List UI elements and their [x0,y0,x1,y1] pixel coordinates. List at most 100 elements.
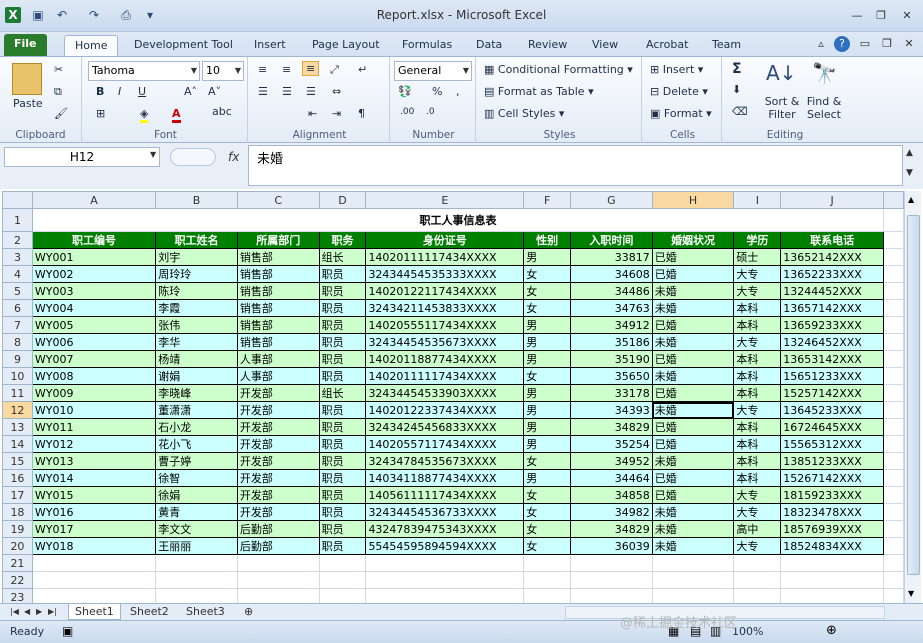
table-cell[interactable]: 开发部 [236,486,320,504]
table-cell[interactable]: WY003 [31,282,157,300]
table-cell[interactable]: 18159233XXX [780,486,885,504]
table-cell[interactable]: WY014 [31,469,157,487]
table-cell[interactable]: 55454595894594XXXX [365,537,525,555]
table-cell[interactable]: 女 [523,265,572,283]
sheet-title[interactable]: 职工人事信息表 [31,208,885,232]
table-cell[interactable]: 职员 [318,282,367,300]
table-cell[interactable]: WY017 [31,520,157,538]
row-header[interactable]: 9 [2,350,33,368]
table-cell[interactable]: 15267142XXX [780,469,885,487]
cell-styles-button[interactable]: ▥ Cell Styles ▾ [484,107,564,120]
tab-view[interactable]: View [582,35,628,56]
cell[interactable] [883,418,904,436]
row-header[interactable]: 18 [2,503,33,521]
table-cell[interactable]: WY008 [31,367,157,385]
paste-icon[interactable] [12,63,42,95]
help-icon[interactable]: ? [834,36,850,52]
table-cell[interactable]: 35186 [570,333,653,351]
autosum-button[interactable]: Σ [732,61,742,77]
table-cell[interactable]: 职员 [318,486,367,504]
table-cell[interactable]: 35650 [570,367,653,385]
cell[interactable] [365,554,525,572]
table-cell[interactable]: 32434454536733XXXX [365,503,525,521]
table-cell[interactable]: 13652233XXX [780,265,885,283]
table-cell[interactable]: 34608 [570,265,653,283]
table-cell[interactable]: 13659233XXX [780,316,885,334]
macro-record-icon[interactable]: ▣ [62,624,73,638]
table-cell[interactable]: 14056111117434XXXX [365,486,525,504]
table-cell[interactable]: 13652142XXX [780,248,885,266]
restore-icon[interactable]: ❐ [872,8,890,24]
row-header[interactable]: 19 [2,520,33,538]
table-cell[interactable]: 已婚 [651,469,735,487]
table-cell[interactable]: 开发部 [236,503,320,521]
cell[interactable] [365,588,525,603]
scroll-up-icon[interactable]: ▲ [908,195,914,204]
cell[interactable] [570,571,653,589]
table-cell[interactable]: 销售部 [236,333,320,351]
table-cell[interactable]: 职员 [318,265,367,283]
table-cell[interactable]: 花小飞 [155,435,238,453]
table-cell[interactable]: 34952 [570,452,653,470]
table-cell[interactable]: 职员 [318,435,367,453]
table-cell[interactable]: 开发部 [236,401,320,419]
table-cell[interactable]: 18524834XXX [780,537,885,555]
align-top-icon[interactable]: ≡ [258,63,267,76]
cell[interactable] [883,265,904,283]
sort-filter-button[interactable]: Sort & Filter [762,95,802,121]
table-cell[interactable]: 男 [523,350,572,368]
insert-function-button[interactable]: fx [228,150,239,164]
align-bottom-icon[interactable]: ≡ [302,61,320,76]
table-cell[interactable]: 13246452XXX [780,333,885,351]
formula-input[interactable]: 未婚 [248,145,903,186]
border-icon[interactable]: ⊞ [96,107,105,120]
cell[interactable] [651,554,735,572]
conditional-formatting-button[interactable]: ▦ Conditional Formatting ▾ [484,63,633,76]
increase-indent-icon[interactable]: ⇥ [332,107,341,120]
row-header[interactable]: 11 [2,384,33,402]
table-cell[interactable]: 女 [523,367,572,385]
row-header[interactable]: 2 [2,231,33,249]
table-cell[interactable]: 已婚 [651,435,735,453]
table-cell[interactable]: 女 [523,282,572,300]
table-cell[interactable]: 职员 [318,316,367,334]
cell[interactable] [883,537,904,555]
italic-button[interactable]: I [118,85,121,98]
table-cell[interactable]: 16724645XXX [780,418,885,436]
table-cell[interactable]: 黄青 [155,503,238,521]
paste-button[interactable]: Paste [13,97,43,110]
cell[interactable] [883,554,904,572]
table-cell[interactable]: 13244452XXX [780,282,885,300]
cell[interactable] [523,554,572,572]
cell[interactable] [883,588,904,603]
cell[interactable] [883,350,904,368]
table-cell[interactable]: 14020122117434XXXX [365,282,525,300]
column-header[interactable]: J [780,191,885,209]
table-cell[interactable]: 未婚 [651,282,735,300]
cell[interactable] [883,384,904,402]
find-select-icon[interactable]: 🔭 [812,61,837,85]
workbook-minimize-icon[interactable]: ▭ [856,36,874,52]
row-header[interactable]: 20 [2,537,33,555]
row-header[interactable]: 10 [2,367,33,385]
table-cell[interactable]: 销售部 [236,299,320,317]
row-header[interactable]: 8 [2,333,33,351]
table-cell[interactable]: 男 [523,401,572,419]
wrap-text-icon[interactable]: ↵ [358,63,367,76]
workbook-restore-icon[interactable]: ❐ [878,36,896,52]
table-cell[interactable]: 职员 [318,520,367,538]
table-cell[interactable]: 开发部 [236,435,320,453]
table-cell[interactable]: 未婚 [651,367,735,385]
delete-cells-button[interactable]: ⊟ Delete ▾ [650,85,708,98]
table-header-cell[interactable]: 身份证号 [365,231,525,249]
row-header[interactable]: 7 [2,316,33,334]
table-cell[interactable]: 35254 [570,435,653,453]
table-cell[interactable]: 本科 [733,316,782,334]
table-cell[interactable]: 开发部 [236,452,320,470]
cell[interactable] [236,588,320,603]
table-cell[interactable]: 男 [523,418,572,436]
table-cell[interactable]: 职员 [318,350,367,368]
grow-font-icon[interactable]: A˄ [184,85,197,98]
table-cell[interactable]: 后勤部 [236,520,320,538]
row-header[interactable]: 14 [2,435,33,453]
